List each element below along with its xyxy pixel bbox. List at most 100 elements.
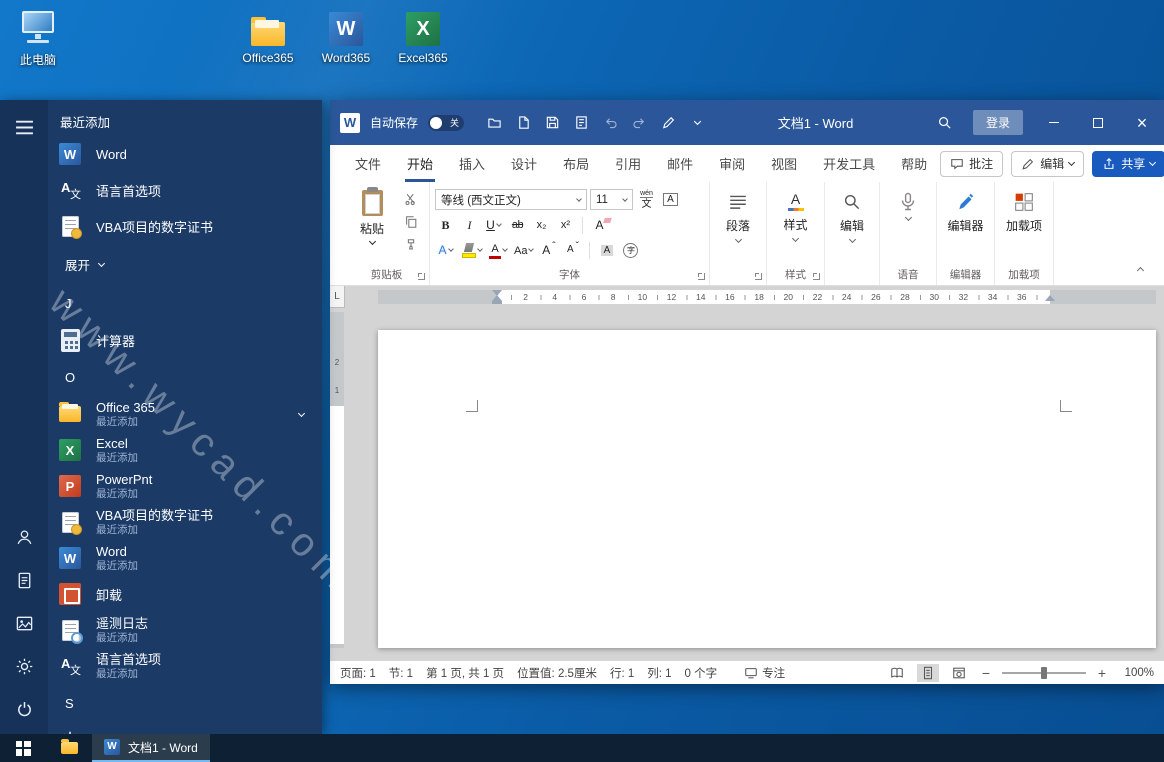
subscript-button[interactable] (531, 215, 552, 235)
zoom-level[interactable]: 100% (1118, 667, 1154, 679)
undo-icon[interactable] (602, 115, 618, 131)
status-page[interactable]: 页面: 1 (340, 665, 376, 681)
start-menu-item-language[interactable]: 语言首选项 (48, 172, 322, 208)
zoom-in-icon[interactable] (1095, 666, 1109, 680)
format-painter-icon[interactable] (401, 237, 421, 253)
letter-header-s[interactable]: S (48, 684, 322, 722)
letter-header-j[interactable]: J (48, 284, 322, 322)
tab-home[interactable]: 开始 (394, 145, 446, 182)
font-color-button[interactable] (487, 240, 509, 260)
grow-font-button[interactable] (538, 240, 559, 260)
tab-insert[interactable]: 插入 (446, 145, 498, 182)
superscript-button[interactable] (555, 215, 576, 235)
start-button[interactable] (0, 734, 46, 762)
letter-header-o[interactable]: O (48, 358, 322, 396)
tab-view[interactable]: 视图 (758, 145, 810, 182)
tab-references[interactable]: 引用 (602, 145, 654, 182)
search-icon[interactable] (926, 100, 964, 145)
dictate-button[interactable] (884, 189, 932, 261)
editor-button[interactable]: 编辑器 (941, 189, 990, 261)
cut-icon[interactable] (401, 191, 421, 207)
expand-button[interactable]: 展开 (48, 244, 322, 284)
print-preview-icon[interactable] (573, 115, 589, 131)
qat-chevron-icon[interactable] (689, 115, 705, 131)
start-menu-item-calculator[interactable]: 计算器 (48, 322, 322, 358)
pictures-icon[interactable] (11, 610, 37, 636)
font-name-select[interactable]: 等线 (西文正文) (435, 189, 587, 210)
open-icon[interactable] (486, 115, 502, 131)
dialog-launcher-icon[interactable] (813, 273, 820, 280)
text-effects-button[interactable] (435, 240, 456, 260)
desktop-icon-excel365[interactable]: Excel365 (393, 8, 453, 65)
start-menu-item-powerpoint[interactable]: PowerPnt 最近添加 (48, 468, 322, 504)
close-button[interactable] (1120, 100, 1164, 145)
paste-button[interactable]: 粘贴 (350, 188, 394, 260)
enclose-characters-button[interactable] (620, 240, 641, 260)
tab-file[interactable]: 文件 (342, 145, 394, 182)
sign-in-button[interactable]: 登录 (973, 110, 1023, 135)
tab-help[interactable]: 帮助 (888, 145, 940, 182)
start-menu-item-vba-cert[interactable]: VBA项目的数字证书 最近添加 (48, 504, 322, 540)
highlight-button[interactable] (459, 240, 484, 260)
document-page[interactable] (378, 330, 1156, 648)
status-line[interactable]: 行: 1 (610, 665, 634, 681)
tab-layout[interactable]: 布局 (550, 145, 602, 182)
menu-icon[interactable] (11, 114, 37, 140)
zoom-out-icon[interactable] (979, 666, 993, 680)
minimize-button[interactable] (1032, 100, 1076, 145)
start-menu-item-vba-cert[interactable]: VBA项目的数字证书 (48, 208, 322, 244)
styles-button[interactable]: 样式 (771, 189, 820, 261)
settings-icon[interactable] (11, 653, 37, 679)
user-icon[interactable] (11, 524, 37, 550)
bold-button[interactable] (435, 215, 456, 235)
focus-mode-button[interactable]: 专注 (744, 665, 785, 681)
dialog-launcher-icon[interactable] (698, 273, 705, 280)
draw-icon[interactable] (660, 115, 676, 131)
tab-design[interactable]: 设计 (498, 145, 550, 182)
documents-icon[interactable] (11, 567, 37, 593)
maximize-button[interactable] (1076, 100, 1120, 145)
desktop-icon-office365[interactable]: Office365 (238, 8, 298, 65)
zoom-slider[interactable] (1002, 672, 1086, 674)
paragraph-button[interactable]: 段落 (714, 189, 762, 261)
tab-selector[interactable] (330, 286, 345, 308)
underline-button[interactable] (483, 215, 504, 235)
left-indent-marker[interactable] (492, 301, 502, 304)
start-menu-item-excel[interactable]: Excel 最近添加 (48, 432, 322, 468)
new-file-icon[interactable] (515, 115, 531, 131)
dialog-launcher-icon[interactable] (755, 273, 762, 280)
autosave-toggle[interactable]: 关 (428, 115, 464, 131)
start-menu-item-word[interactable]: Word (48, 136, 322, 172)
strikethrough-button[interactable] (507, 215, 528, 235)
start-menu-item-settings[interactable]: 设置 (48, 722, 322, 734)
character-border-button[interactable] (660, 190, 681, 210)
editing-button[interactable]: 编辑 (829, 189, 875, 261)
status-page-of[interactable]: 第 1 页, 共 1 页 (426, 665, 504, 681)
status-section[interactable]: 节: 1 (389, 665, 413, 681)
web-layout-button[interactable] (948, 664, 970, 682)
dialog-launcher-icon[interactable] (418, 273, 425, 280)
start-menu-item-office365[interactable]: Office 365 最近添加 (48, 396, 322, 432)
tab-mailings[interactable]: 邮件 (654, 145, 706, 182)
power-icon[interactable] (11, 696, 37, 722)
right-indent-marker[interactable] (1045, 295, 1055, 301)
zoom-slider-thumb[interactable] (1041, 667, 1047, 679)
font-size-select[interactable]: 11 (590, 189, 633, 210)
redo-icon[interactable] (631, 115, 647, 131)
ribbon-collapse-icon[interactable] (1130, 261, 1150, 277)
shrink-font-button[interactable] (562, 240, 583, 260)
tab-review[interactable]: 审阅 (706, 145, 758, 182)
change-case-button[interactable] (512, 240, 535, 260)
taskbar-word-task[interactable]: 文档1 - Word (92, 734, 210, 762)
editing-mode-button[interactable]: 编辑 (1011, 151, 1084, 177)
addins-button[interactable]: 加载项 (999, 189, 1049, 261)
read-mode-button[interactable] (886, 664, 908, 682)
tab-developer[interactable]: 开发工具 (810, 145, 888, 182)
share-button[interactable]: 共享 (1092, 151, 1164, 177)
start-menu-item-word[interactable]: Word 最近添加 (48, 540, 322, 576)
status-column[interactable]: 列: 1 (647, 665, 671, 681)
italic-button[interactable] (459, 215, 480, 235)
comments-button[interactable]: 批注 (940, 151, 1003, 177)
clear-formatting-button[interactable] (589, 215, 610, 235)
start-menu-item-language[interactable]: 语言首选项 最近添加 (48, 648, 322, 684)
